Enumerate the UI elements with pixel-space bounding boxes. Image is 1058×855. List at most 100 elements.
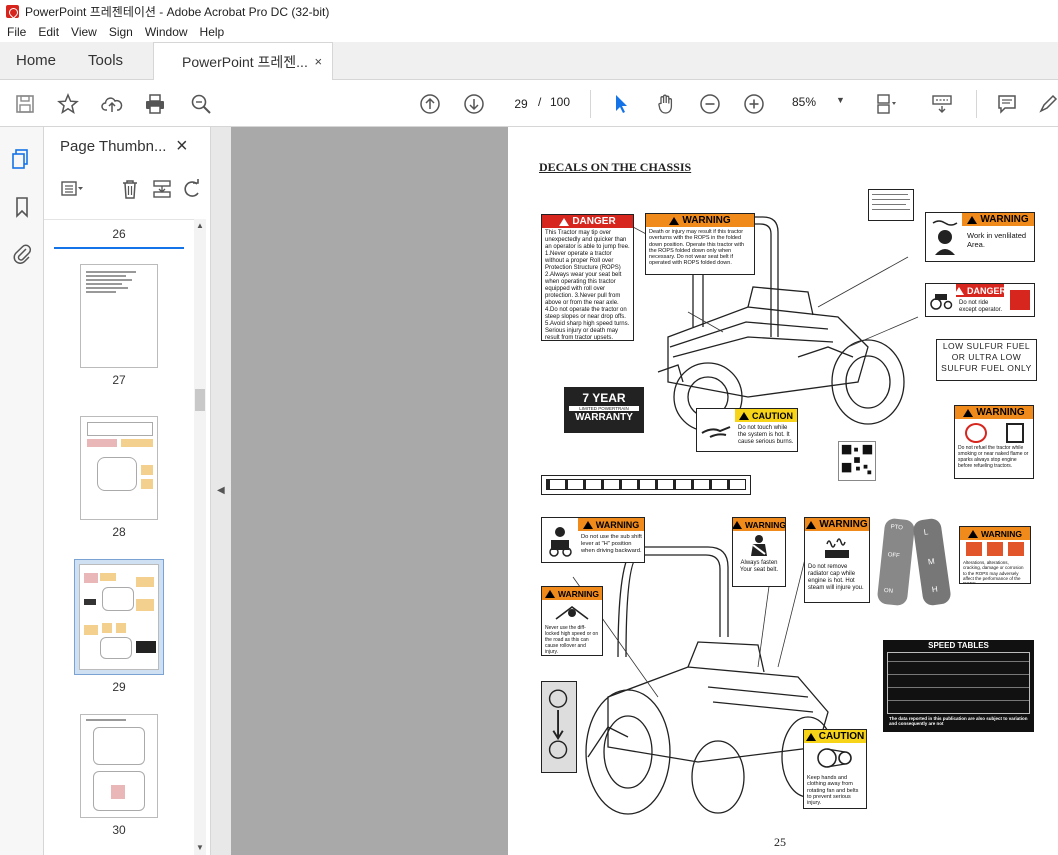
delete-page-icon[interactable] <box>118 177 142 201</box>
previous-page-icon[interactable] <box>418 92 442 116</box>
select-cursor-icon[interactable] <box>609 92 633 116</box>
danger-header: DANGER <box>542 215 633 228</box>
warning-header: WARNING <box>578 518 644 531</box>
tab-home[interactable]: Home <box>0 42 72 79</box>
warning-header: WARNING <box>542 587 602 600</box>
thumbnail-item[interactable]: 28 <box>44 416 194 539</box>
rotate-page-icon[interactable] <box>180 177 204 201</box>
decal-text: Never use the diff-locked high speed or … <box>545 625 599 655</box>
print-icon[interactable] <box>143 92 167 116</box>
warning-radiator-decal: WARNING Do not remove radiator cap while… <box>804 517 870 603</box>
pdf-page: DECALS ON THE CHASSIS DANGER This Tracto… <box>508 127 1058 855</box>
thumbnail-image <box>79 564 159 670</box>
menu-file[interactable]: File <box>6 25 27 39</box>
thumbnail-item[interactable]: 30 <box>44 714 194 837</box>
menu-window[interactable]: Window <box>144 25 189 39</box>
extract-page-icon[interactable] <box>150 177 174 201</box>
menu-bar: File Edit View Sign Window Help <box>0 22 1058 42</box>
warning-triangle-icon <box>544 589 555 598</box>
next-page-icon[interactable] <box>462 92 486 116</box>
decal-text: This Tractor may tip over unexpectedly a… <box>545 230 630 341</box>
thumbnail-label: 29 <box>112 680 126 694</box>
warning-triangle-icon <box>967 215 978 224</box>
refuel-icons <box>955 423 1033 443</box>
person-fumes-icon <box>929 215 961 259</box>
fuel-line-2: OR ULTRA LOW <box>951 352 1022 362</box>
caution-header: CAUTION <box>735 409 797 422</box>
decal-text: Always fasten Your seat belt. <box>739 560 779 573</box>
scrollbar-thumb[interactable] <box>195 389 205 411</box>
save-icon[interactable] <box>13 92 37 116</box>
document-viewport[interactable]: DECALS ON THE CHASSIS DANGER This Tracto… <box>231 127 1058 855</box>
thumbnail-scrollbar[interactable]: ▲ ▼ <box>194 219 206 855</box>
fuel-pump-icon <box>1005 423 1024 443</box>
thumbnail-item-selected[interactable]: 29 <box>44 559 194 694</box>
tab-tools[interactable]: Tools <box>72 42 139 79</box>
page-heading: DECALS ON THE CHASSIS <box>539 160 692 174</box>
bookmarks-icon[interactable] <box>10 195 34 219</box>
qr-code <box>838 441 876 481</box>
zoom-out-icon[interactable] <box>698 92 722 116</box>
zoom-dropdown-icon[interactable]: ▼ <box>836 95 845 105</box>
close-tab-icon[interactable]: × <box>314 54 322 69</box>
warning-triangle-icon <box>669 216 680 225</box>
warning-rops-alteration-decal: WARNING Alterations, alterations, cracki… <box>959 526 1031 584</box>
page-display-icon[interactable] <box>874 92 898 116</box>
zoom-search-icon[interactable] <box>189 92 213 116</box>
thumbnail-label: 26 <box>112 227 126 241</box>
menu-view[interactable]: View <box>70 25 98 39</box>
rops-icon <box>1007 542 1024 556</box>
tractor-reverse-icon <box>545 524 575 558</box>
danger-header: DANGER <box>954 284 1006 297</box>
warning-triangle-icon <box>582 520 593 529</box>
zoom-in-icon[interactable] <box>742 92 766 116</box>
thumbnail-label: 30 <box>112 823 126 837</box>
collapse-arrow-icon[interactable]: ◀ <box>217 485 225 496</box>
speed-tables-decal: SPEED TABLES The data reported in this p… <box>883 640 1034 732</box>
tab-document[interactable]: PowerPoint 프레젠... × <box>153 42 334 80</box>
range-top: L <box>923 527 929 537</box>
thumbnail-label: 27 <box>112 373 126 387</box>
scroll-mode-icon[interactable] <box>930 92 954 116</box>
title-bar: PowerPoint 프레젠테이션 - Adobe Acrobat Pro DC… <box>0 0 1058 22</box>
page-footer-number: 25 <box>774 835 786 849</box>
warning-triangle-icon <box>954 286 964 295</box>
warning-triangle-icon <box>967 529 978 538</box>
upload-cloud-icon[interactable] <box>100 92 124 116</box>
toolbar-divider <box>976 90 977 118</box>
warranty-decal: 7 YEAR LIMITED POWERTRAIN WARRANTY <box>564 387 644 433</box>
scroll-up-icon[interactable]: ▲ <box>196 221 204 230</box>
thumbnail-selection-line <box>54 247 184 249</box>
options-menu-icon[interactable] <box>60 177 84 201</box>
warning-triangle-icon <box>805 732 816 741</box>
close-panel-icon[interactable]: × <box>176 135 188 158</box>
page-total: 100 <box>550 95 571 109</box>
menu-edit[interactable]: Edit <box>37 25 60 39</box>
panel-collapse-handle[interactable]: ◀ <box>211 127 231 855</box>
navigation-rail <box>0 127 44 855</box>
thumbnail-item[interactable]: 27 <box>44 264 194 387</box>
highlight-pen-icon[interactable] <box>1036 92 1058 116</box>
thumbnail-image <box>80 416 158 520</box>
warranty-line-2: LIMITED POWERTRAIN <box>569 406 639 411</box>
scroll-down-icon[interactable]: ▼ <box>196 843 204 852</box>
thumbnail-image <box>80 714 158 818</box>
caution-hot-surface-decal: CAUTION Do not touch while the system is… <box>696 408 798 452</box>
comment-icon[interactable] <box>995 92 1019 116</box>
page-thumbnails-icon[interactable] <box>10 147 34 171</box>
shift-arrow-icon <box>548 689 568 759</box>
zoom-level[interactable]: 85% <box>792 95 816 109</box>
warning-header: WARNING <box>733 518 785 531</box>
page-number-input[interactable]: 29 <box>505 92 537 114</box>
attachments-icon[interactable] <box>10 241 34 265</box>
menu-help[interactable]: Help <box>199 25 226 39</box>
thumbnail-item[interactable]: 26 <box>44 226 194 249</box>
range-shift-decal: L M H <box>912 517 952 607</box>
menu-sign[interactable]: Sign <box>108 25 134 39</box>
serial-label-decal <box>541 475 751 495</box>
decal-text: Work in venlilated Area. <box>967 231 1027 249</box>
fuel-line-1: LOW SULFUR FUEL <box>942 341 1031 351</box>
hand-tool-icon[interactable] <box>654 92 678 116</box>
warning-triangle-icon <box>739 411 749 420</box>
bookmark-star-icon[interactable] <box>56 92 80 116</box>
